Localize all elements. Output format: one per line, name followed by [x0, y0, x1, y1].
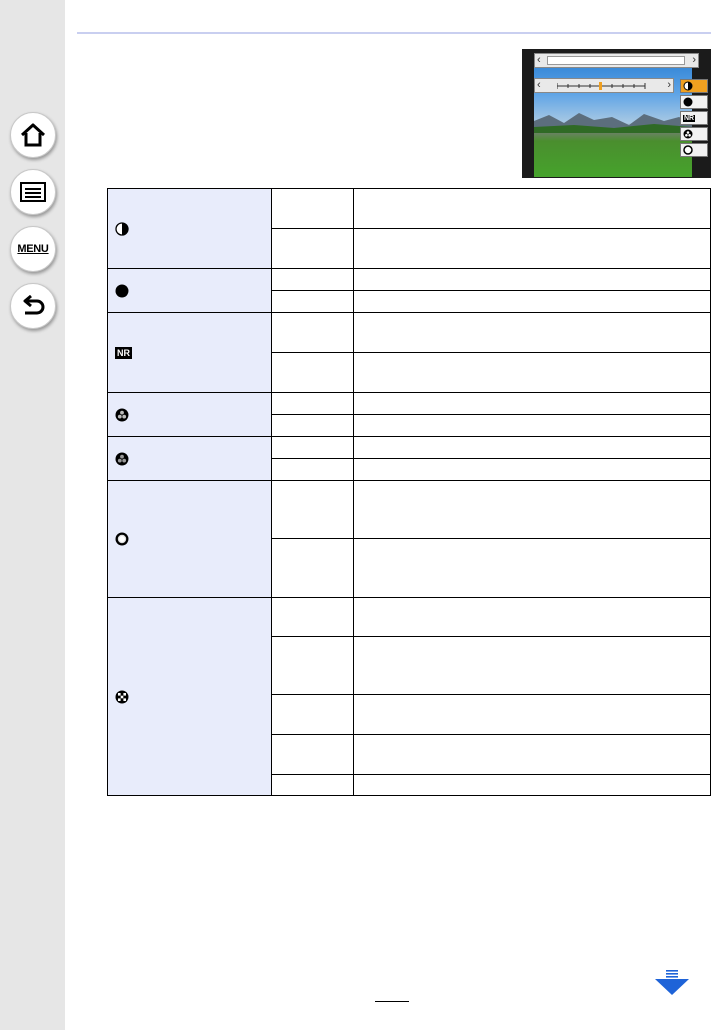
- contrast-tab: [680, 79, 708, 93]
- table-cell: [271, 188, 354, 229]
- table-cell: [353, 392, 711, 415]
- noise-reduction-cell: NR: [107, 312, 272, 393]
- table-row: [107, 597, 711, 796]
- table-row: [107, 436, 711, 481]
- hue-cell: [107, 480, 272, 598]
- list-icon: [20, 182, 46, 202]
- page-number-underline: [375, 1001, 409, 1002]
- sidebar: MENU: [0, 0, 65, 1030]
- filter-effect-icon: [115, 690, 129, 703]
- down-arrow-icon[interactable]: [655, 970, 689, 996]
- contrast-cell: [107, 188, 272, 269]
- table-cell: [353, 290, 711, 313]
- preview-top-bar: ‹ ›: [534, 53, 699, 68]
- table-row: [107, 480, 711, 598]
- table-cell: [271, 352, 354, 393]
- saturation-cell: [107, 392, 272, 437]
- mountains: [534, 113, 692, 133]
- table-cell: [353, 538, 711, 598]
- back-icon: [23, 295, 45, 315]
- table-cell: [353, 597, 711, 637]
- hue-icon: [115, 532, 129, 546]
- table-cell: [271, 414, 354, 437]
- camera-preview-image: ‹ › ‹ › NR: [522, 49, 711, 178]
- preview-side-icons: NR: [680, 79, 708, 159]
- color-tone-icon: [115, 452, 129, 465]
- table-cell: [271, 636, 354, 695]
- table-cell: [353, 414, 711, 437]
- table-cell: [271, 538, 354, 598]
- settings-table: NR: [107, 188, 711, 796]
- table-cell: [353, 458, 711, 481]
- table-cell: [353, 774, 711, 796]
- table-cell: [271, 290, 354, 313]
- table-row: [107, 188, 711, 269]
- noise-reduction-icon: NR: [115, 346, 132, 359]
- table-cell: [353, 694, 711, 735]
- filter-effect-cell: [107, 597, 272, 796]
- table-row: NR: [107, 312, 711, 393]
- table-cell: [353, 480, 711, 539]
- menu-label: MENU: [17, 243, 49, 255]
- table-cell: [271, 268, 354, 291]
- table-cell: [271, 312, 354, 353]
- table-cell: [353, 188, 711, 229]
- home-button[interactable]: [10, 112, 56, 158]
- sharpness-icon: [115, 284, 129, 297]
- color-tone-tab: [680, 143, 708, 157]
- table-cell: [271, 458, 354, 481]
- table-cell: [271, 480, 354, 539]
- saturation-tab: [680, 127, 708, 141]
- table-cell: [353, 636, 711, 695]
- menu-button[interactable]: MENU: [10, 226, 56, 272]
- sharpness-cell: [107, 268, 272, 313]
- table-cell: [271, 774, 354, 796]
- table-row: [107, 268, 711, 313]
- table-cell: [353, 436, 711, 459]
- contrast-icon: [115, 221, 129, 236]
- table-cell: [353, 352, 711, 393]
- table-cell: [271, 436, 354, 459]
- table-cell: [271, 694, 354, 735]
- table-cell: [271, 597, 354, 637]
- adjust-slider-bar: ‹ ›: [534, 78, 674, 93]
- back-button[interactable]: [10, 283, 56, 329]
- table-cell: [353, 312, 711, 353]
- table-row: [107, 392, 711, 437]
- saturation-icon: [115, 408, 129, 421]
- home-icon: [20, 123, 46, 147]
- table-cell: [271, 228, 354, 269]
- noise-reduction-tab: NR: [680, 111, 708, 125]
- table-cell: [353, 734, 711, 775]
- color-tone-cell: [107, 436, 272, 481]
- sharpness-tab: [680, 95, 708, 109]
- table-cell: [353, 268, 711, 291]
- table-cell: [353, 228, 711, 269]
- header-rule: [77, 32, 711, 34]
- contents-button[interactable]: [10, 169, 56, 215]
- table-cell: [271, 734, 354, 775]
- table-cell: [271, 392, 354, 415]
